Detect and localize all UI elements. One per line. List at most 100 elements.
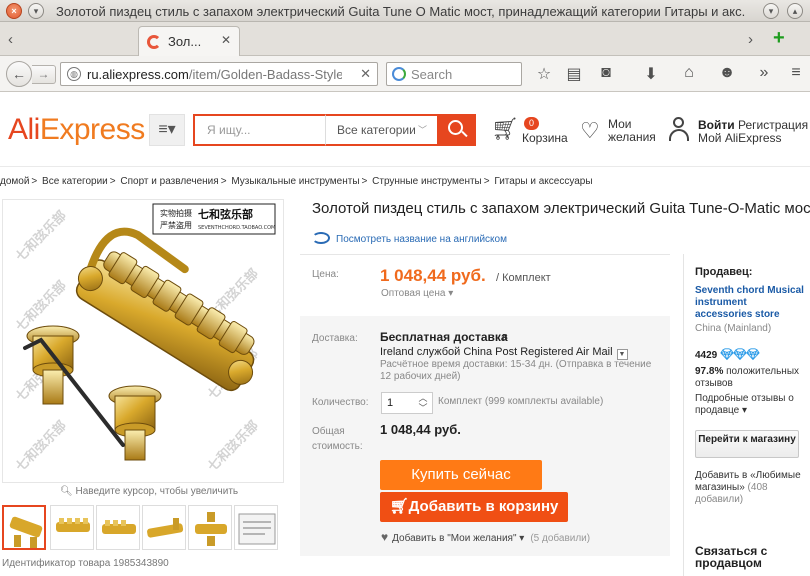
window-titlebar: × ▾ Золотой пиздец стиль с запахом элект…	[0, 0, 810, 22]
total-price: 1 048,44 руб.	[380, 422, 461, 437]
categories-menu-button[interactable]: ≡▾	[149, 114, 185, 146]
quantity-label: Количество:	[312, 397, 369, 408]
seller-store-link[interactable]: Seventh chord Musical instrument accesso…	[695, 285, 805, 321]
tabs-scroll-right-icon[interactable]: ›	[748, 31, 753, 48]
seller-detailed-feedback[interactable]: Подробные отзывы о продавце ▾	[695, 393, 807, 417]
quantity-value: 1	[387, 397, 394, 409]
seller-positive-feedback: 97.8% положительных отзывов	[695, 366, 800, 389]
pocket-icon[interactable]: ◙	[596, 64, 616, 82]
thumbnail[interactable]	[234, 505, 278, 550]
minimize-window-button[interactable]: ▾	[763, 3, 779, 19]
back-button[interactable]: ←	[6, 61, 32, 87]
tab-close-icon[interactable]: ✕	[221, 33, 231, 47]
go-to-store-button[interactable]: Перейти к магазину	[695, 430, 799, 458]
item-id: Идентификатор товара 1985343890	[2, 558, 169, 569]
buy-now-button[interactable]: Купить сейчас	[380, 460, 542, 490]
forward-button[interactable]: →	[32, 65, 56, 84]
tabs-scroll-left-icon[interactable]: ‹	[8, 31, 13, 48]
login-link[interactable]: Войти	[698, 118, 735, 132]
heart-icon[interactable]: ♡	[580, 118, 600, 144]
cart-icon[interactable]: 🛒︎	[491, 118, 519, 140]
thumbnail[interactable]	[142, 505, 186, 550]
breadcrumb-item[interactable]: Гитары и аксессуары	[494, 176, 592, 187]
svg-text:七和弦乐部: 七和弦乐部	[13, 418, 70, 475]
cart-count-badge: 0	[524, 117, 540, 130]
new-tab-icon[interactable]: +	[773, 27, 785, 50]
search-engine-icon[interactable]	[392, 67, 406, 81]
chevron-down-icon: ▾	[448, 288, 454, 299]
translate-icon	[312, 232, 330, 244]
seller-country: China (Mainland)	[695, 323, 772, 334]
aliexpress-favicon-icon	[147, 35, 161, 49]
my-aliexpress-link[interactable]: Мой AliExpress	[698, 131, 782, 145]
add-favorite-store-link[interactable]: Добавить в «Любимые магазины» (408 добав…	[695, 470, 807, 506]
window-menu-button[interactable]: ▾	[28, 3, 44, 19]
cart-plus-icon: 🛒︎	[389, 498, 409, 515]
breadcrumb-item[interactable]: Музыкальные инструменты	[231, 176, 359, 187]
wishlist-count: (5 добавили)	[530, 533, 591, 544]
home-icon[interactable]: ⌂	[679, 64, 699, 82]
site-search-input[interactable]: Я ищу...	[193, 114, 325, 146]
wishlist-link[interactable]: Мои желания	[608, 118, 658, 144]
shipping-title: Бесплатная доставка	[380, 330, 508, 344]
badge-text-en: SEVENTHCHORD.TAOBAO.COM	[198, 225, 275, 231]
maximize-window-button[interactable]: ▴	[787, 3, 803, 19]
breadcrumb: домой > Все категории > Спорт и развлечени…	[0, 176, 593, 187]
price-unit: / Комплект	[496, 272, 551, 284]
seller-score: 4429 💎︎💎︎💎︎	[695, 349, 760, 361]
add-to-wishlist-link[interactable]: ♥ Добавить в "Мои желания" ▾ (5 добавили)	[381, 530, 590, 544]
clear-url-icon[interactable]: ✕	[360, 66, 371, 82]
close-window-button[interactable]: ×	[6, 3, 22, 19]
category-select-value: Все категории	[337, 123, 416, 137]
navigation-toolbar: ← → ◍ ru.aliexpress.com/item/Golden-Bada…	[0, 56, 810, 92]
breadcrumb-item[interactable]: Струнные инструменты	[372, 176, 482, 187]
cart-link[interactable]: Корзина	[522, 131, 568, 145]
reading-list-icon[interactable]: ▤	[564, 64, 584, 84]
seller-heading: Продавец:	[695, 266, 753, 278]
thumbnail[interactable]	[96, 505, 140, 550]
quantity-stepper[interactable]: 1 ︿ ﹀	[381, 392, 433, 414]
translate-title-link[interactable]: Посмотреть название на английском	[312, 232, 507, 245]
hamburger-menu-icon[interactable]: ≡	[786, 64, 806, 82]
chevron-down-icon: ▾	[742, 405, 748, 416]
browser-search-field[interactable]: Search	[386, 62, 522, 86]
thumbnail[interactable]	[188, 505, 232, 550]
category-select[interactable]: Все категории ﹀	[325, 114, 437, 146]
shipping-estimate: Расчётное время доставки: 15-34 дн. (Отп…	[380, 359, 652, 382]
search-icon: 🔍︎	[60, 486, 73, 497]
heart-icon: ♥	[381, 530, 389, 544]
breadcrumb-item[interactable]: Все категории	[42, 176, 108, 187]
thumbnail-strip	[2, 505, 284, 551]
downloads-icon[interactable]: ⬇	[641, 64, 661, 84]
shipping-preposition: в	[502, 331, 508, 343]
bookmark-star-icon[interactable]: ☆	[534, 64, 554, 84]
product-main-image[interactable]: 实物拍摄 严禁盗用 七和弦乐部 SEVENTHCHORD.TAOBAO.COM …	[2, 199, 284, 483]
chevron-down-icon: ▾	[519, 533, 525, 544]
shipping-method-select[interactable]: Ireland службой China Post Registered Ai…	[380, 346, 628, 360]
thumbnail[interactable]	[2, 505, 46, 550]
breadcrumb-item[interactable]: домой	[0, 176, 29, 187]
search-icon	[448, 120, 463, 135]
site-header: AliExpress ≡▾ Я ищу... Все категории ﹀ 🛒…	[0, 93, 810, 167]
user-icon[interactable]	[668, 117, 690, 141]
globe-icon: ◍	[67, 67, 81, 81]
quantity-increase-icon[interactable]: ︿	[417, 394, 429, 403]
add-to-cart-button[interactable]: 🛒︎Добавить в корзину	[380, 492, 568, 522]
overflow-menu-icon[interactable]: »	[754, 64, 774, 82]
wholesale-price-toggle[interactable]: Оптовая цена ▾	[381, 288, 453, 299]
site-search-button[interactable]	[437, 114, 476, 146]
divider	[300, 254, 670, 255]
tab-active[interactable]: Зол... ✕	[138, 26, 240, 57]
thumbnail[interactable]	[50, 505, 94, 550]
aliexpress-logo[interactable]: AliExpress	[8, 113, 145, 147]
quantity-decrease-icon[interactable]: ﹀	[417, 404, 429, 413]
price-label: Цена:	[312, 269, 339, 280]
url-bar[interactable]: ◍ ru.aliexpress.com/item/Golden-Badass-S…	[60, 62, 378, 86]
register-link[interactable]: Регистрация	[738, 118, 808, 132]
chat-icon[interactable]: ☻	[717, 64, 737, 82]
site-search-placeholder: Я ищу...	[207, 123, 251, 137]
contact-seller-link[interactable]: Связаться с продавцом	[695, 545, 807, 569]
badge-text-1: 实物拍摄	[160, 208, 192, 218]
product-title: Золотой пиздец стиль с запахом электриче…	[312, 200, 810, 217]
breadcrumb-item[interactable]: Спорт и развлечения	[120, 176, 218, 187]
